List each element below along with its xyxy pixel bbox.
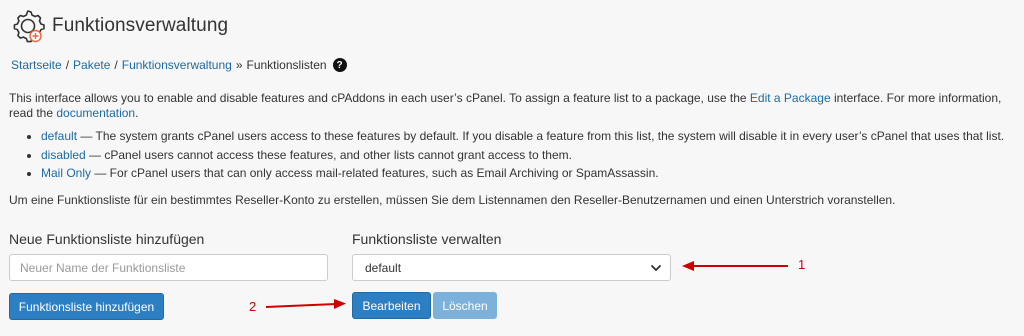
page-header: Funktionsverwaltung: [10, 6, 228, 46]
list-item: default — The system grants cPanel users…: [41, 129, 1019, 145]
intro-text-part: This interface allows you to enable and …: [9, 91, 750, 105]
feature-list-select-value: default: [365, 260, 402, 275]
breadcrumb-current: Funktionslisten: [246, 58, 327, 72]
intro-text: This interface allows you to enable and …: [9, 91, 1014, 121]
feature-list-descriptions: default — The system grants cPanel users…: [29, 129, 1019, 185]
add-feature-list-label: Neue Funktionsliste hinzufügen: [9, 231, 205, 247]
breadcrumb-packages[interactable]: Pakete: [73, 58, 110, 72]
intro-text-part: .: [135, 106, 139, 120]
feature-list-description: — cPanel users cannot access these featu…: [85, 147, 572, 162]
feature-list-link-disabled[interactable]: disabled: [41, 148, 86, 162]
delete-button[interactable]: Löschen: [433, 292, 497, 319]
feature-list-link-mail-only[interactable]: Mail Only: [41, 166, 91, 180]
annotation-number-2: 2: [249, 299, 257, 314]
edit-package-link[interactable]: Edit a Package: [750, 91, 831, 105]
feature-list-description: — The system grants cPanel users access …: [77, 129, 1005, 143]
breadcrumb-separator: /: [65, 58, 70, 72]
manage-feature-list-label: Funktionsliste verwalten: [352, 231, 502, 247]
add-feature-list-button[interactable]: Funktionsliste hinzufügen: [9, 293, 164, 320]
page-title: Funktionsverwaltung: [52, 15, 229, 36]
feature-list-description: — For cPanel users that can only access …: [91, 166, 659, 180]
help-icon[interactable]: ?: [332, 58, 347, 72]
chevron-down-icon: [651, 265, 661, 271]
reseller-prefix-note: Um eine Funktionsliste für ein bestimmte…: [9, 193, 896, 207]
annotation-arrow-1: [682, 261, 788, 271]
feature-list-name-input[interactable]: [9, 254, 328, 281]
feature-list-link-default[interactable]: default: [41, 129, 77, 143]
documentation-link[interactable]: documentation: [56, 106, 135, 120]
breadcrumb-separator: /: [114, 58, 118, 72]
breadcrumb: Startseite / Pakete / Funktionsverwaltun…: [11, 58, 347, 72]
breadcrumb-home[interactable]: Startseite: [11, 58, 62, 72]
feature-manager-gear-icon: [13, 10, 45, 43]
edit-button[interactable]: Bearbeiten: [352, 292, 431, 319]
list-item: disabled — cPanel users cannot access th…: [41, 148, 1019, 164]
annotation-arrow-2: [265, 299, 346, 309]
breadcrumb-separator-last: »: [235, 58, 243, 72]
annotation-number-1: 1: [798, 257, 806, 272]
breadcrumb-feature-manager[interactable]: Funktionsverwaltung: [122, 58, 232, 72]
list-item: Mail Only — For cPanel users that can on…: [41, 166, 1019, 182]
feature-list-select[interactable]: default: [352, 254, 671, 281]
